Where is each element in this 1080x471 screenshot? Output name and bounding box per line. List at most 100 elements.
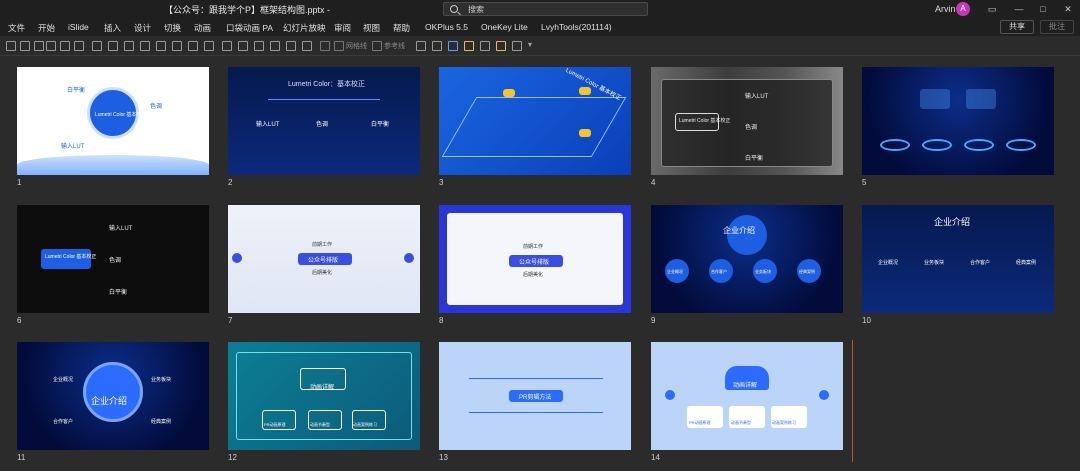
slide-thumbnail-7[interactable]: 公众号排版 前期工作 后期美化 xyxy=(228,205,420,313)
menu-review[interactable]: 审阅 xyxy=(334,22,351,34)
align-top-icon[interactable] xyxy=(140,41,150,51)
menu-pocket-animation[interactable]: 口袋动画 PA xyxy=(226,22,273,34)
slide10-label-4: 经典案例 xyxy=(1016,260,1037,266)
save-icon[interactable] xyxy=(6,41,16,51)
comment-button[interactable]: 批注 xyxy=(1040,20,1074,34)
undo-icon[interactable] xyxy=(20,41,30,51)
slide12-title: 动画详解 xyxy=(310,385,335,391)
rotate-icon[interactable] xyxy=(286,41,296,51)
slide-thumbnail-10[interactable]: 企业介绍 企业概况 业务板块 合作客户 经典案例 xyxy=(862,205,1054,313)
duplicate-icon[interactable] xyxy=(74,41,84,51)
slide5-platform-2 xyxy=(922,139,952,151)
restore-icon[interactable]: ▭ xyxy=(984,2,1000,16)
menu-insert[interactable]: 插入 xyxy=(104,22,121,34)
slide11-label-4: 经典案例 xyxy=(151,419,172,425)
align-right-icon[interactable] xyxy=(124,41,134,51)
slide5-platform-3 xyxy=(964,139,994,151)
slide-thumbnail-12[interactable]: 动画详解 PR动画原理 动画节奏型 动画案例练习 xyxy=(228,342,420,450)
slide-number-1: 1 xyxy=(17,178,22,187)
menu-view[interactable]: 视图 xyxy=(363,22,380,34)
menu-islide[interactable]: iSlide xyxy=(68,22,89,32)
slide2-connector xyxy=(268,99,380,100)
flip-icon[interactable] xyxy=(302,41,312,51)
slide4-title: Lumetri Color 基本校正 xyxy=(679,118,731,124)
user-name[interactable]: Arvin xyxy=(935,4,956,14)
slide-thumbnail-14[interactable]: 动画详解 PR动画原理 动画节奏型 动画案例练习 xyxy=(651,342,843,450)
group-icon[interactable] xyxy=(222,41,232,51)
align-bottom-icon[interactable] xyxy=(172,41,182,51)
menu-design[interactable]: 设计 xyxy=(134,22,151,34)
slide10-title: 企业介绍 xyxy=(934,217,971,227)
menu-slideshow[interactable]: 幻灯片放映 xyxy=(283,22,326,34)
slide10-label-1: 企业概况 xyxy=(878,260,899,266)
slide1-label-2: 色调 xyxy=(150,104,163,110)
ungroup-icon[interactable] xyxy=(238,41,248,51)
picture-icon[interactable] xyxy=(480,41,490,51)
menu-transitions[interactable]: 切换 xyxy=(164,22,181,34)
image-icon[interactable] xyxy=(432,41,442,51)
menu-animations[interactable]: 动画 xyxy=(194,22,211,34)
slide9-label-4: 经典案例 xyxy=(799,269,815,274)
slide8-label-1: 前期工作 xyxy=(523,244,544,250)
menu-okplus[interactable]: OKPlus 5.5 xyxy=(425,22,468,32)
slide5-platform-1 xyxy=(880,139,910,151)
slide9-label-3: 业务板块 xyxy=(755,269,771,274)
grid-checkbox[interactable] xyxy=(334,41,344,51)
avatar[interactable]: A xyxy=(956,2,970,16)
slide14-title: 动画详解 xyxy=(733,383,758,389)
slide-number-4: 4 xyxy=(651,178,656,187)
customize-toolbar-icon[interactable]: ▾ xyxy=(528,41,538,51)
undo-dropdown-icon[interactable] xyxy=(34,41,44,51)
align-center-icon[interactable] xyxy=(108,41,118,51)
slide2-label-2: 色调 xyxy=(316,122,329,128)
slide3-block-2 xyxy=(579,87,591,95)
slide-icon[interactable] xyxy=(448,41,458,51)
slide13-title: PR剪辑方法 xyxy=(519,395,552,401)
align-left-icon[interactable] xyxy=(92,41,102,51)
slide-thumbnail-2[interactable]: Lumetri Color：基本校正 输入LUT 色调 白平衡 xyxy=(228,67,420,175)
align-middle-icon[interactable] xyxy=(156,41,166,51)
distribute-horizontal-icon[interactable] xyxy=(188,41,198,51)
guides-checkbox[interactable] xyxy=(372,41,382,51)
slide7-prev-icon xyxy=(232,253,242,263)
slide-thumbnail-5[interactable] xyxy=(862,67,1054,175)
slide-thumbnail-13[interactable]: PR剪辑方法 xyxy=(439,342,631,450)
close-icon[interactable]: ✕ xyxy=(1060,2,1076,16)
slide7-next-icon xyxy=(404,253,414,263)
distribute-vertical-icon[interactable] xyxy=(204,41,214,51)
fill-color-icon[interactable] xyxy=(464,41,474,51)
bring-forward-icon[interactable] xyxy=(254,41,264,51)
send-backward-icon[interactable] xyxy=(270,41,280,51)
slide-thumbnail-6[interactable]: Lumetri Color 基本校正 输入LUT 色调 白平衡 xyxy=(17,205,209,313)
search-box[interactable]: 搜索 xyxy=(443,2,648,16)
slide-thumbnail-3[interactable]: Lumetri Color 基本校正 xyxy=(439,67,631,175)
slide2-label-1: 输入LUT xyxy=(256,122,280,128)
menu-home[interactable]: 开始 xyxy=(38,22,55,34)
eraser-icon[interactable] xyxy=(512,41,522,51)
pen-icon[interactable] xyxy=(496,41,506,51)
slide-number-9: 9 xyxy=(651,316,656,325)
slide-thumbnail-11[interactable]: 企业介绍 企业概况 业务板块 合作客户 经典案例 xyxy=(17,342,209,450)
minimize-icon[interactable]: — xyxy=(1011,2,1027,16)
maximize-icon[interactable]: □ xyxy=(1035,2,1051,16)
slide-number-3: 3 xyxy=(439,178,444,187)
slide3-block-3 xyxy=(579,129,591,137)
search-icon xyxy=(450,5,458,13)
menu-lvyhtools[interactable]: LvyhTools(201114) xyxy=(541,22,612,32)
slide-number-8: 8 xyxy=(439,316,444,325)
menu-file[interactable]: 文件 xyxy=(8,22,25,34)
slide-thumbnail-1[interactable]: Lumetri Color 基本校正 白平衡 色调 输入LUT xyxy=(17,67,209,175)
slide-thumbnail-8[interactable]: 公众号排版 前期工作 后期美化 xyxy=(439,205,631,313)
slide9-label-1: 企业概况 xyxy=(667,269,683,274)
menu-help[interactable]: 帮助 xyxy=(393,22,410,34)
shape-icon[interactable] xyxy=(416,41,426,51)
crop-icon[interactable] xyxy=(320,41,330,51)
copy-icon[interactable] xyxy=(60,41,70,51)
slide-thumbnail-9[interactable]: 企业介绍 企业概况 合作客户 业务板块 经典案例 xyxy=(651,205,843,313)
title-bar: 【公众号：跟我学个P】框架结构图.pptx - 搜索 Arvin A ▭ — □… xyxy=(0,0,1080,18)
redo-icon[interactable] xyxy=(46,41,56,51)
menu-onekey[interactable]: OneKey Lite xyxy=(481,22,528,32)
share-button[interactable]: 共享 xyxy=(1000,20,1034,34)
slide1-label-1: 白平衡 xyxy=(67,88,86,94)
slide-thumbnail-4[interactable]: Lumetri Color 基本校正 输入LUT 色调 白平衡 xyxy=(651,67,843,175)
